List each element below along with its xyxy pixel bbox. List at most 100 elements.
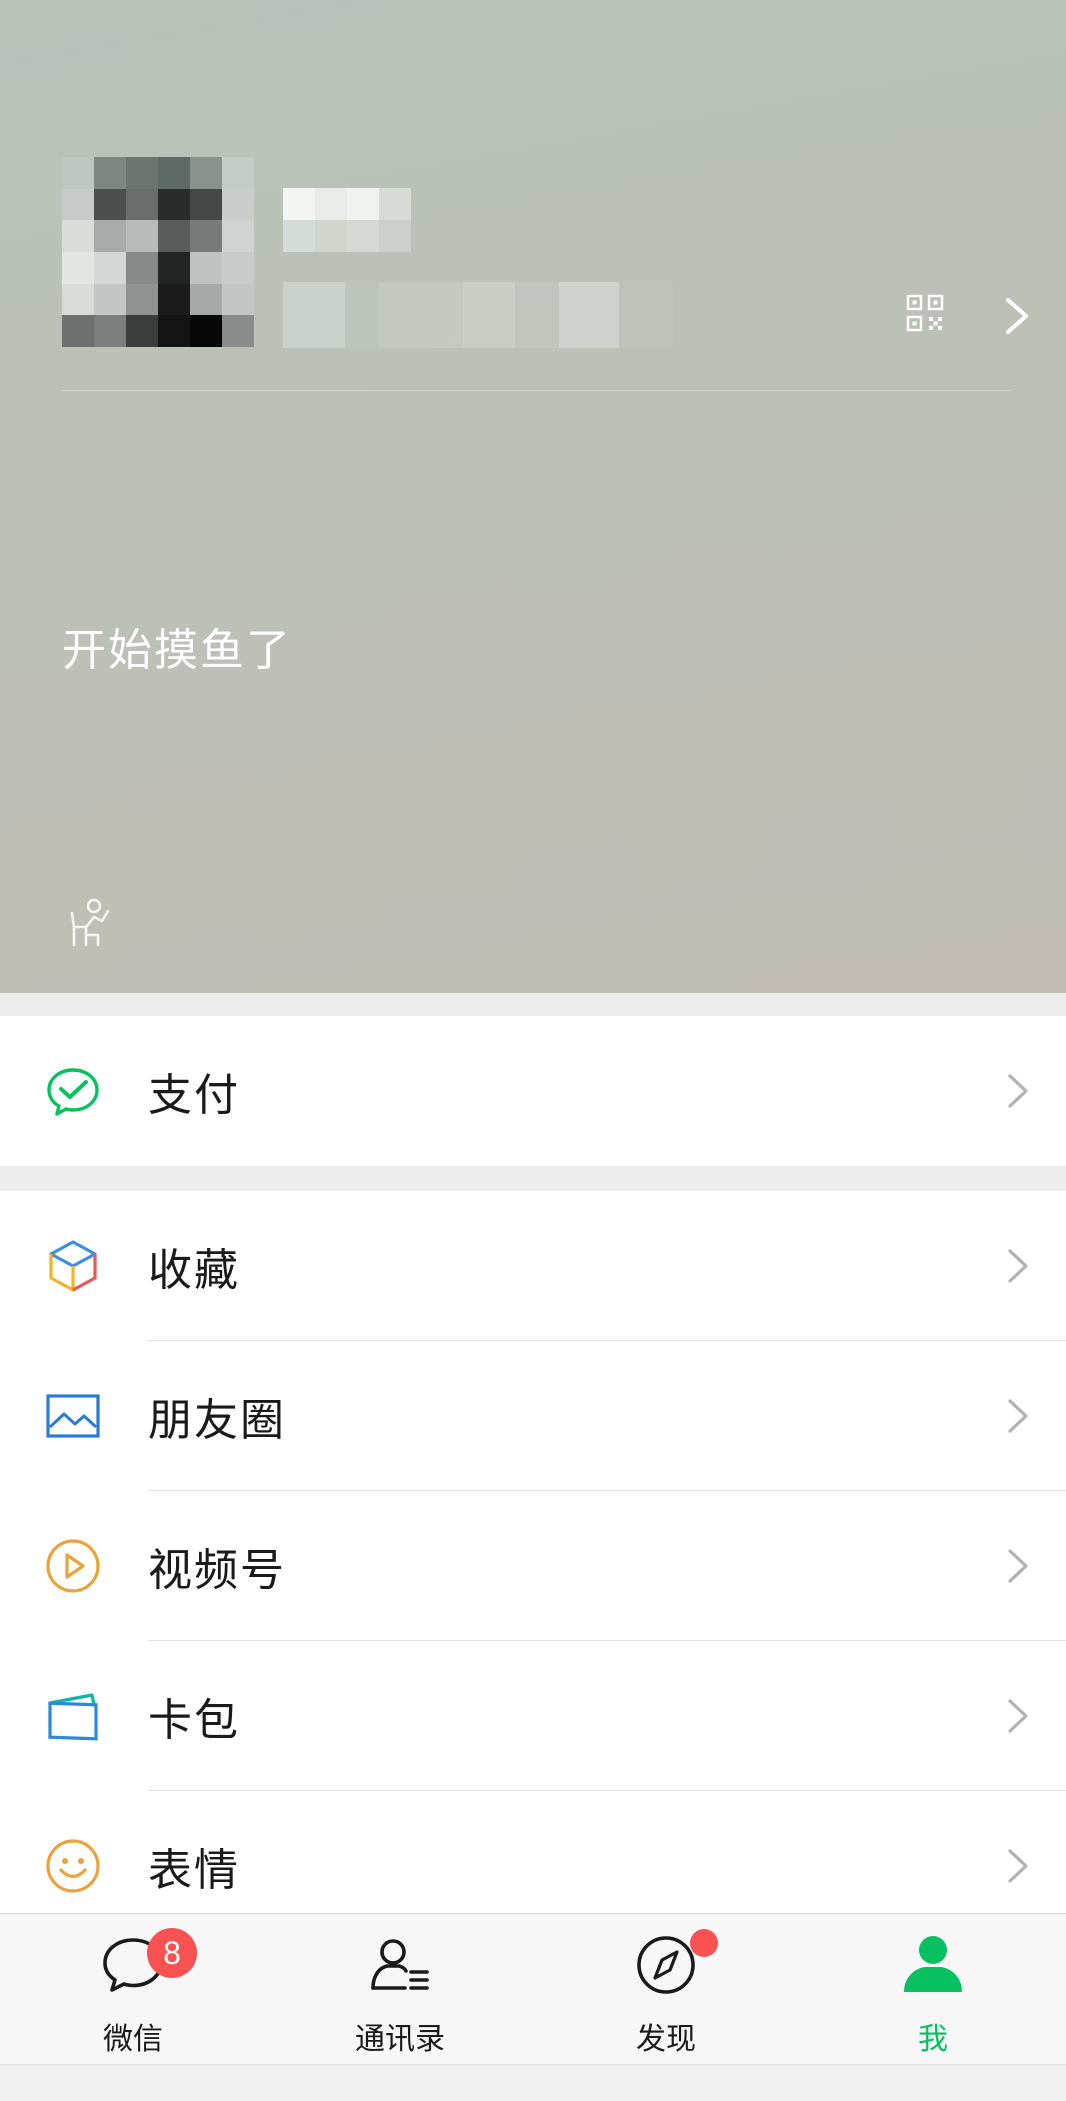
me-icon xyxy=(904,1936,962,1992)
chevron-right-icon[interactable] xyxy=(1002,296,1032,336)
nickname-pixel xyxy=(347,188,379,220)
chevron-right-icon xyxy=(1008,1249,1028,1283)
avatar-pixel xyxy=(222,157,254,189)
main-menu-section: 收藏 朋友圈 视频号 卡包 表情 xyxy=(0,1191,1066,1913)
avatar-pixel xyxy=(62,283,94,316)
avatar-pixel xyxy=(222,283,254,316)
menu-item-label: 卡包 xyxy=(148,1695,240,1746)
wechat-id-pixel xyxy=(345,282,379,348)
favorites-icon xyxy=(49,1240,97,1292)
nickname-pixel xyxy=(315,188,347,220)
qr-code-icon[interactable] xyxy=(906,294,944,332)
avatar-pixel xyxy=(126,188,158,221)
contacts-icon xyxy=(371,1939,429,1990)
tab-label: 发现 xyxy=(636,2022,696,2057)
stickers-icon xyxy=(46,1839,100,1893)
nickname-pixel xyxy=(379,188,411,220)
discover-new-dot xyxy=(690,1929,718,1957)
menu-item-channels[interactable]: 视频号 xyxy=(0,1491,1066,1641)
chevron-right-icon xyxy=(1008,1399,1028,1433)
menu-item-pay[interactable]: 支付 xyxy=(0,1016,1066,1166)
tab-label: 我 xyxy=(918,2022,948,2057)
avatar-pixel xyxy=(158,283,190,316)
avatar-pixel xyxy=(62,188,94,221)
nickname-redacted xyxy=(283,188,411,252)
moments-icon xyxy=(46,1394,100,1438)
tab-contacts[interactable]: 通讯录 xyxy=(267,1914,533,2065)
chevron-right-icon xyxy=(1008,1699,1028,1733)
wechat-id-pixel xyxy=(619,282,673,348)
tab-label: 微信 xyxy=(103,2022,163,2057)
avatar-pixel xyxy=(94,315,126,347)
avatar-pixel xyxy=(190,315,222,347)
wechat-id-pixel xyxy=(515,282,559,348)
wechat-me-page: 开始摸鱼了 支付 收藏 朋友圈 视频号 卡包 表情 8 微信 通讯录 发现 我 xyxy=(0,0,1066,2101)
menu-item-label: 收藏 xyxy=(148,1245,240,1296)
avatar-pixel xyxy=(94,188,126,221)
avatar[interactable] xyxy=(62,157,254,347)
avatar-pixel xyxy=(222,251,254,284)
menu-item-moments[interactable]: 朋友圈 xyxy=(0,1341,1066,1491)
avatar-pixel xyxy=(158,188,190,221)
cards-icon xyxy=(48,1693,98,1741)
avatar-pixel xyxy=(158,315,190,347)
nickname-pixel xyxy=(283,188,315,220)
tab-discover[interactable]: 发现 xyxy=(533,1914,799,2065)
wechat-id-pixel xyxy=(463,282,515,348)
status-person-icon[interactable] xyxy=(64,897,112,949)
avatar-pixel xyxy=(126,283,158,316)
chevron-right-icon xyxy=(1008,1074,1028,1108)
channels-icon xyxy=(46,1539,100,1593)
avatar-pixel xyxy=(62,157,94,189)
avatar-pixel xyxy=(190,157,222,189)
tab-label: 通讯录 xyxy=(355,2022,445,2057)
avatar-pixel xyxy=(222,220,254,252)
avatar-pixel xyxy=(126,251,158,284)
menu-item-label: 朋友圈 xyxy=(148,1395,286,1446)
nickname-pixel xyxy=(315,220,347,252)
menu-item-favorites[interactable]: 收藏 xyxy=(0,1191,1066,1341)
wechat-id-pixel xyxy=(435,282,463,348)
avatar-pixel xyxy=(158,251,190,284)
avatar-pixel xyxy=(62,220,94,252)
tab-chats[interactable]: 8 微信 xyxy=(0,1914,266,2065)
avatar-pixel xyxy=(94,251,126,284)
nickname-pixel xyxy=(379,220,411,252)
chevron-right-icon xyxy=(1008,1549,1028,1583)
avatar-pixel xyxy=(190,251,222,284)
avatar-pixel xyxy=(62,251,94,284)
home-indicator-area xyxy=(0,2064,1066,2101)
profile-divider xyxy=(62,390,1012,391)
chevron-right-icon xyxy=(1008,1849,1028,1883)
avatar-pixel xyxy=(222,315,254,347)
avatar-pixel xyxy=(126,220,158,252)
unread-badge: 8 xyxy=(147,1928,197,1978)
status-text[interactable]: 开始摸鱼了 xyxy=(62,614,292,678)
wechat-id-redacted xyxy=(283,282,673,348)
profile-header[interactable]: 开始摸鱼了 xyxy=(0,0,1066,993)
menu-item-stickers[interactable]: 表情 xyxy=(0,1791,1066,1913)
avatar-pixel xyxy=(158,157,190,189)
bottom-tab-bar: 8 微信 通讯录 发现 我 xyxy=(0,1913,1066,2064)
menu-item-label: 支付 xyxy=(148,1070,240,1121)
nickname-pixel xyxy=(347,220,379,252)
nickname-pixel xyxy=(283,220,315,252)
wechat-id-pixel xyxy=(283,282,345,348)
wechat-id-pixel xyxy=(559,282,619,348)
avatar-pixel xyxy=(62,315,94,347)
menu-item-label: 视频号 xyxy=(148,1545,286,1596)
avatar-pixel xyxy=(222,188,254,221)
avatar-pixel xyxy=(94,220,126,252)
menu-item-label: 表情 xyxy=(148,1845,240,1896)
avatar-pixel xyxy=(126,157,158,189)
avatar-pixel xyxy=(158,220,190,252)
avatar-pixel xyxy=(190,220,222,252)
menu-item-cards[interactable]: 卡包 xyxy=(0,1641,1066,1791)
avatar-pixel xyxy=(190,283,222,316)
avatar-pixel xyxy=(94,283,126,316)
pay-section: 支付 xyxy=(0,1016,1066,1166)
tab-me[interactable]: 我 xyxy=(800,1914,1066,2065)
avatar-pixel xyxy=(190,188,222,221)
wechat-id-pixel xyxy=(379,282,435,348)
pay-icon xyxy=(47,1068,99,1116)
